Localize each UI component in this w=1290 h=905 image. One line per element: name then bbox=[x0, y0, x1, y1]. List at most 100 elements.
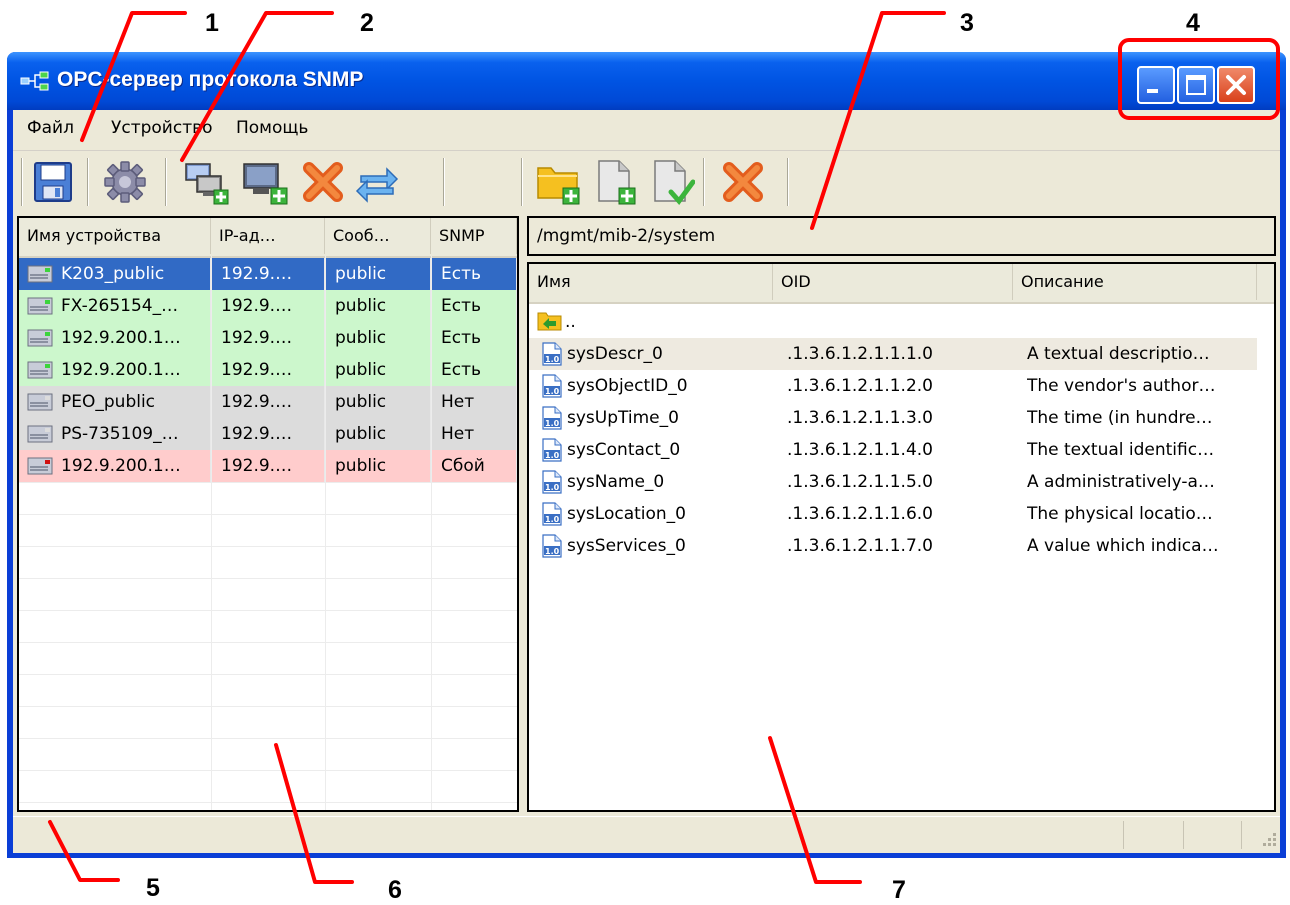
column-header-ip-address[interactable]: IP-ад… bbox=[211, 218, 325, 254]
grid-line bbox=[19, 578, 517, 579]
confirm-item-icon[interactable] bbox=[647, 158, 695, 206]
device-icon bbox=[27, 265, 53, 283]
add-item-icon[interactable] bbox=[591, 158, 639, 206]
delete-device-icon[interactable] bbox=[299, 158, 347, 206]
grid-line bbox=[19, 802, 517, 803]
maximize-button[interactable] bbox=[1177, 66, 1215, 104]
grid-line bbox=[325, 256, 326, 810]
callout-number-4: 4 bbox=[1186, 9, 1200, 37]
device-cell-snmp: Есть bbox=[431, 258, 517, 290]
oid-cell-oid: .1.3.6.1.2.1.1.6.0 bbox=[787, 504, 933, 524]
oid-row[interactable]: 1.0 sysDescr_0 .1.3.6.1.2.1.1.1.0 A textual… bbox=[529, 338, 1257, 370]
settings-gear-icon[interactable] bbox=[101, 158, 149, 206]
device-list-header: Имя устройства IP-ад… Сооб… SNMP bbox=[19, 218, 517, 258]
menu-device[interactable]: Устройство bbox=[111, 118, 213, 138]
device-row[interactable]: PEO_public 192.9.… public Нет bbox=[19, 386, 517, 418]
toolbar-separator bbox=[443, 158, 445, 206]
device-cell-community: public bbox=[325, 386, 431, 418]
minimize-icon bbox=[1147, 89, 1158, 93]
column-header-oid[interactable]: OID bbox=[773, 264, 1013, 300]
menu-file[interactable]: Файл bbox=[27, 118, 74, 138]
oid-cell-name: sysName_0 bbox=[567, 472, 665, 492]
oid-row[interactable]: 1.0 sysContact_0 .1.3.6.1.2.1.1.4.0 The tex… bbox=[529, 434, 1274, 466]
device-cell-name: 192.9.200.1… bbox=[55, 322, 211, 354]
menu-help[interactable]: Помощь bbox=[236, 118, 308, 138]
column-header-name[interactable]: Имя bbox=[529, 264, 773, 300]
device-row[interactable]: 192.9.200.1… 192.9.… public Есть bbox=[19, 354, 517, 386]
device-cell-name: PEO_public bbox=[55, 386, 211, 418]
device-row[interactable]: 192.9.200.1… 192.9.… public Есть bbox=[19, 322, 517, 354]
grid-line bbox=[19, 770, 517, 771]
svg-text:1.0: 1.0 bbox=[545, 483, 560, 492]
oid-cell-oid: .1.3.6.1.2.1.1.5.0 bbox=[787, 472, 933, 492]
oid-cell-name: sysLocation_0 bbox=[567, 504, 686, 524]
grid-line bbox=[19, 610, 517, 611]
device-icon bbox=[27, 425, 53, 443]
close-button[interactable] bbox=[1217, 66, 1255, 104]
device-cell-community: public bbox=[325, 322, 431, 354]
svg-text:1.0: 1.0 bbox=[545, 547, 560, 556]
add-folder-icon[interactable] bbox=[535, 158, 583, 206]
oid-cell-name: sysContact_0 bbox=[567, 440, 681, 460]
add-device-icon[interactable] bbox=[241, 158, 289, 206]
column-header-community[interactable]: Сооб… bbox=[325, 218, 431, 254]
device-icon bbox=[27, 393, 53, 411]
device-cell-ip: 192.9.… bbox=[211, 418, 325, 450]
minimize-button[interactable] bbox=[1137, 66, 1175, 104]
oid-row[interactable]: 1.0 sysLocation_0 .1.3.6.1.2.1.1.6.0 The ph… bbox=[529, 498, 1274, 530]
up-folder-label: .. bbox=[565, 312, 576, 332]
path-bar[interactable]: /mgmt/mib-2/system bbox=[527, 216, 1276, 256]
oid-row[interactable]: 1.0 sysObjectID_0 .1.3.6.1.2.1.1.2.0 The ve… bbox=[529, 370, 1274, 402]
device-cell-ip: 192.9.… bbox=[211, 354, 325, 386]
menu-bar: Файл Устройство Помощь bbox=[13, 110, 1280, 151]
grid-line bbox=[211, 256, 212, 810]
column-header-snmp[interactable]: SNMP bbox=[431, 218, 517, 254]
up-folder-row[interactable]: .. bbox=[529, 306, 1274, 338]
column-header-device-name[interactable]: Имя устройства bbox=[19, 218, 211, 254]
device-cell-snmp: Есть bbox=[431, 290, 517, 322]
oid-row[interactable]: 1.0 sysServices_0 .1.3.6.1.2.1.1.7.0 A valu… bbox=[529, 530, 1274, 562]
variable-item-icon: 1.0 bbox=[542, 470, 562, 494]
device-icon bbox=[27, 457, 53, 475]
toolbar-separator bbox=[703, 158, 705, 206]
variable-item-icon: 1.0 bbox=[542, 534, 562, 558]
device-row[interactable]: K203_public 192.9.… public Есть bbox=[19, 258, 517, 290]
callout-number-7: 7 bbox=[892, 876, 906, 904]
oid-cell-oid: .1.3.6.1.2.1.1.4.0 bbox=[787, 440, 933, 460]
oid-cell-oid: .1.3.6.1.2.1.1.1.0 bbox=[787, 344, 933, 364]
oid-row[interactable]: 1.0 sysUpTime_0 .1.3.6.1.2.1.1.3.0 The time… bbox=[529, 402, 1274, 434]
device-cell-community: public bbox=[325, 258, 431, 290]
oid-row[interactable]: 1.0 sysName_0 .1.3.6.1.2.1.1.5.0 A administ… bbox=[529, 466, 1274, 498]
svg-text:1.0: 1.0 bbox=[545, 515, 560, 524]
device-cell-name: K203_public bbox=[55, 258, 211, 290]
close-icon bbox=[1226, 75, 1246, 95]
oid-cell-name: sysServices_0 bbox=[567, 536, 686, 556]
callout-number-2: 2 bbox=[360, 9, 374, 37]
grid-line bbox=[19, 482, 517, 483]
toolbar-separator bbox=[87, 158, 89, 206]
column-header-description[interactable]: Описание bbox=[1013, 264, 1257, 300]
device-row[interactable]: 192.9.200.1… 192.9.… public Сбой bbox=[19, 450, 517, 482]
oid-cell-oid: .1.3.6.1.2.1.1.2.0 bbox=[787, 376, 933, 396]
grid-line bbox=[19, 642, 517, 643]
svg-text:1.0: 1.0 bbox=[545, 451, 560, 460]
device-cell-ip: 192.9.… bbox=[211, 450, 325, 482]
device-cell-name: PS-735109_… bbox=[55, 418, 211, 450]
device-row[interactable]: FX-265154_… 192.9.… public Есть bbox=[19, 290, 517, 322]
oid-list-header: Имя OID Описание bbox=[529, 264, 1274, 304]
device-cell-ip: 192.9.… bbox=[211, 322, 325, 354]
resize-grip-icon[interactable] bbox=[1259, 831, 1277, 849]
save-icon[interactable] bbox=[29, 158, 77, 206]
device-cell-snmp: Нет bbox=[431, 386, 517, 418]
delete-item-icon[interactable] bbox=[719, 158, 767, 206]
toolbar-grip[interactable] bbox=[21, 158, 23, 206]
device-cell-community: public bbox=[325, 290, 431, 322]
grid-line bbox=[19, 546, 517, 547]
variable-item-icon: 1.0 bbox=[542, 406, 562, 430]
refresh-icon[interactable] bbox=[353, 158, 401, 206]
device-row[interactable]: PS-735109_… 192.9.… public Нет bbox=[19, 418, 517, 450]
device-cell-snmp: Есть bbox=[431, 354, 517, 386]
oid-cell-oid: .1.3.6.1.2.1.1.7.0 bbox=[787, 536, 933, 556]
add-device-group-icon[interactable] bbox=[183, 158, 231, 206]
title-bar[interactable]: OPC-сервер протокола SNMP bbox=[7, 52, 1286, 110]
